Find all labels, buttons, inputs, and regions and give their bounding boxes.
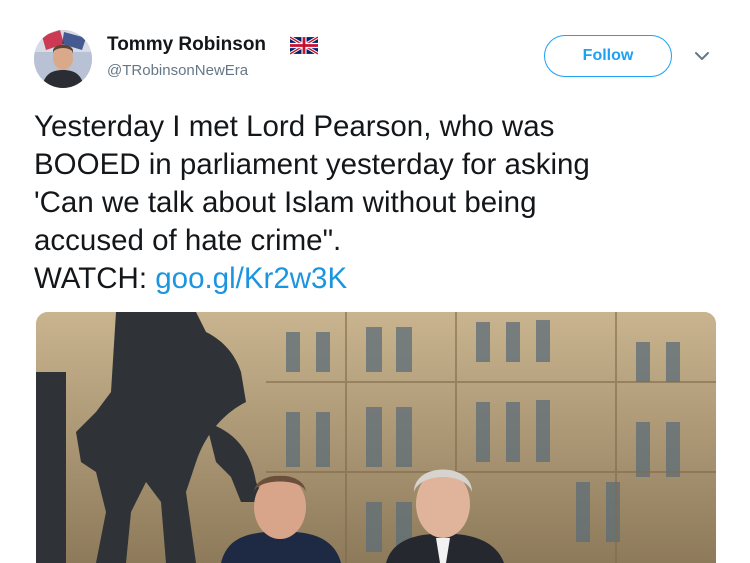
follow-button[interactable]: Follow — [544, 35, 672, 77]
uk-flag-icon — [290, 36, 318, 55]
avatar[interactable] — [34, 30, 92, 88]
tweet-photo[interactable] — [36, 312, 716, 563]
tweet-link[interactable]: goo.gl/Kr2w3K — [155, 262, 347, 295]
author-handle[interactable]: @TRobinsonNewEra — [107, 62, 248, 79]
tweet-card: Tommy Robinson @TRobinsonNewEra Follow Y… — [0, 0, 750, 563]
avatar-image — [34, 30, 92, 88]
author-name[interactable]: Tommy Robinson — [107, 34, 266, 56]
photo-image — [36, 312, 716, 563]
tweet-text: Yesterday I met Lord Pearson, who was BO… — [34, 108, 724, 298]
chevron-down-icon[interactable] — [694, 50, 710, 62]
